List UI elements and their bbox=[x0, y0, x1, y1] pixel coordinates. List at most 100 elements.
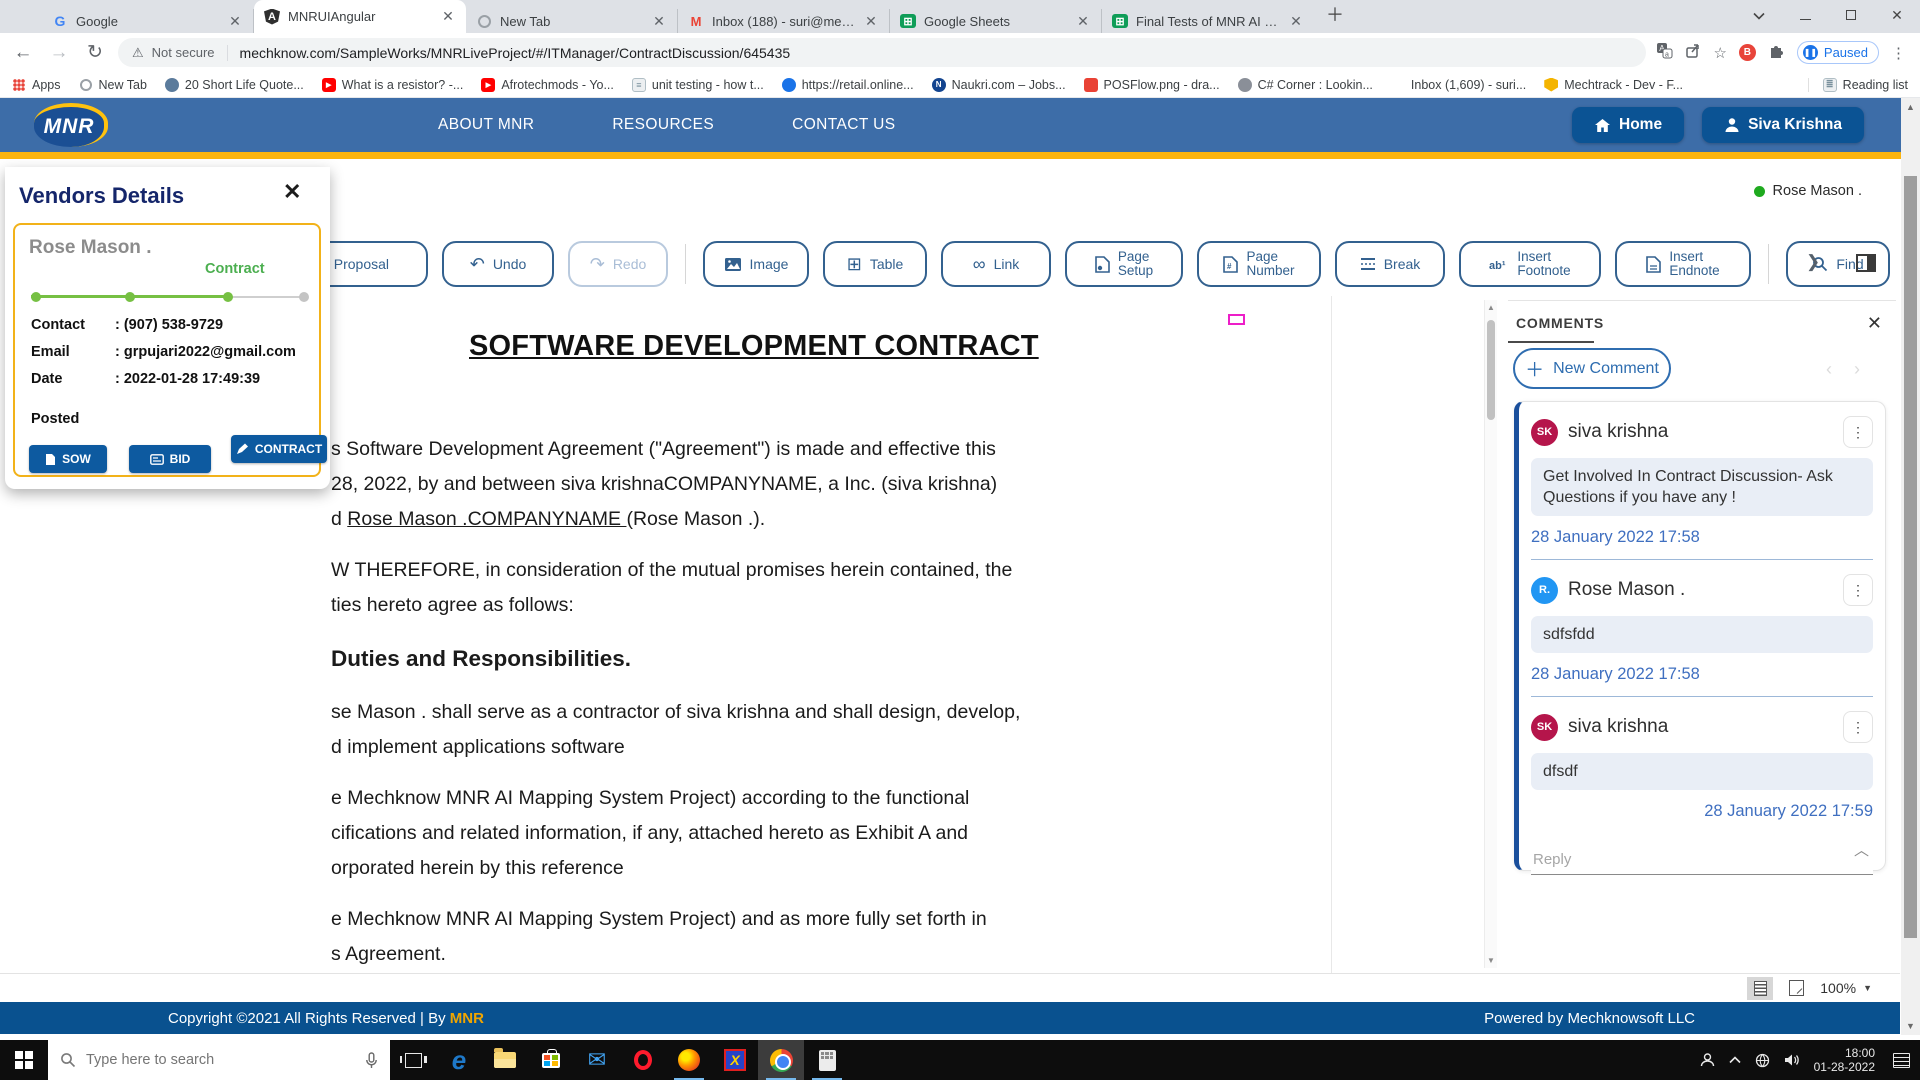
window-menu-chevron-icon[interactable] bbox=[1736, 7, 1782, 23]
photo-app-icon[interactable]: X bbox=[712, 1040, 758, 1080]
taskbar-clock[interactable]: 18:00 01-28-2022 bbox=[1814, 1046, 1875, 1074]
bookmark-posflow[interactable]: POSFlow.png - dra... bbox=[1084, 78, 1220, 92]
comment-menu-kebab-icon[interactable]: ⋮ bbox=[1843, 574, 1873, 606]
print-layout-icon[interactable] bbox=[1747, 977, 1773, 1000]
toolbar-overflow-chevron-icon[interactable]: ❯ bbox=[1806, 252, 1820, 272]
bookmark-resistor-video[interactable]: ▶What is a resistor? -... bbox=[322, 78, 464, 92]
properties-pane-toggle-icon[interactable] bbox=[1856, 254, 1876, 272]
opera-icon[interactable] bbox=[620, 1040, 666, 1080]
tab-google-sheets[interactable]: ⊞ Google Sheets ✕ bbox=[890, 9, 1102, 33]
action-center-icon[interactable] bbox=[1893, 1053, 1910, 1068]
footer-brand-link[interactable]: MNR bbox=[450, 1010, 484, 1027]
mail-icon[interactable]: ✉ bbox=[574, 1040, 620, 1080]
url-omnibox[interactable]: ⚠ Not secure mechknow.com/SampleWorks/MN… bbox=[118, 38, 1646, 67]
editor-scrollbar[interactable]: ▲ ▼ bbox=[1484, 300, 1497, 968]
bookmark-afrotechmods[interactable]: ▶Afrotechmods - Yo... bbox=[481, 78, 614, 92]
image-button[interactable]: Image bbox=[703, 241, 809, 287]
bookmark-mechtrack[interactable]: Mechtrack - Dev - F... bbox=[1544, 78, 1683, 92]
page-setup-button[interactable]: PageSetup bbox=[1065, 241, 1183, 287]
network-icon[interactable] bbox=[1755, 1053, 1770, 1068]
bid-button[interactable]: BID bbox=[129, 445, 211, 473]
translate-icon[interactable]: Aa bbox=[1656, 42, 1673, 63]
firefox-icon[interactable] bbox=[666, 1040, 712, 1080]
tab-mnruiangular[interactable]: A MNRUIAngular ✕ bbox=[254, 0, 466, 33]
bookmark-csharp-corner[interactable]: C# Corner : Lookin... bbox=[1238, 78, 1373, 92]
bookmark-quotes[interactable]: 20 Short Life Quote... bbox=[165, 78, 304, 92]
nav-resources[interactable]: RESOURCES bbox=[612, 116, 714, 134]
nav-about-mnr[interactable]: ABOUT MNR bbox=[438, 116, 534, 134]
editor-scroll-thumb[interactable] bbox=[1487, 320, 1495, 420]
new-tab-button[interactable]: ＋ bbox=[1326, 1, 1344, 27]
browser-menu-kebab-icon[interactable]: ⋮ bbox=[1891, 44, 1906, 62]
bookmark-naukri[interactable]: NNaukri.com – Jobs... bbox=[932, 78, 1066, 92]
start-button[interactable] bbox=[0, 1040, 48, 1080]
nav-contact-us[interactable]: CONTACT US bbox=[792, 116, 895, 134]
tab-close-icon[interactable]: ✕ bbox=[863, 13, 879, 30]
back-icon[interactable]: ← bbox=[10, 42, 36, 64]
home-button[interactable]: Home bbox=[1572, 107, 1684, 143]
file-explorer-icon[interactable] bbox=[482, 1040, 528, 1080]
task-view-button[interactable] bbox=[390, 1040, 436, 1080]
zoom-control[interactable]: 100% ▼ bbox=[1820, 980, 1872, 996]
comment-anchor-marker[interactable] bbox=[1228, 314, 1245, 325]
bookmark-retail-online[interactable]: https://retail.online... bbox=[782, 78, 914, 92]
browser-scroll-thumb[interactable] bbox=[1904, 176, 1917, 938]
link-button[interactable]: ∞Link bbox=[941, 241, 1051, 287]
popup-close-icon[interactable]: ✕ bbox=[283, 179, 301, 205]
edge-icon[interactable]: e bbox=[436, 1040, 482, 1080]
comment-menu-kebab-icon[interactable]: ⋮ bbox=[1843, 416, 1873, 448]
insert-endnote-button[interactable]: InsertEndnote bbox=[1615, 241, 1751, 287]
new-comment-button[interactable]: ＋ New Comment bbox=[1513, 348, 1671, 389]
comment-menu-kebab-icon[interactable]: ⋮ bbox=[1843, 711, 1873, 743]
bookmark-inbox[interactable]: MInbox (1,609) - suri... bbox=[1391, 78, 1526, 92]
tab-google[interactable]: G Google ✕ bbox=[42, 9, 254, 33]
adblock-extension-icon[interactable]: B bbox=[1739, 44, 1756, 61]
break-button[interactable]: Break bbox=[1335, 241, 1445, 287]
microsoft-store-icon[interactable] bbox=[528, 1040, 574, 1080]
mnr-logo[interactable]: MNR bbox=[34, 103, 108, 147]
chrome-icon[interactable] bbox=[758, 1040, 804, 1080]
tab-close-icon[interactable]: ✕ bbox=[227, 13, 243, 30]
web-layout-icon[interactable] bbox=[1789, 980, 1804, 996]
window-restore-button[interactable] bbox=[1828, 7, 1874, 23]
contract-button[interactable]: CONTRACT bbox=[231, 435, 327, 463]
extension-paused-badge[interactable]: ❚❚ Paused bbox=[1797, 41, 1879, 64]
refresh-icon[interactable]: ↻ bbox=[82, 41, 108, 64]
page-number-button[interactable]: # PageNumber bbox=[1197, 241, 1321, 287]
undo-button[interactable]: ↶Undo bbox=[442, 241, 554, 287]
user-button[interactable]: Siva Krishna bbox=[1702, 107, 1864, 143]
bookmark-star-icon[interactable]: ☆ bbox=[1713, 44, 1726, 62]
document-body[interactable]: s Software Development Agreement ("Agree… bbox=[331, 432, 1231, 988]
people-icon[interactable] bbox=[1700, 1053, 1715, 1067]
taskbar-search-box[interactable] bbox=[48, 1040, 390, 1080]
window-close-button[interactable]: ✕ bbox=[1874, 7, 1920, 24]
window-minimize-button[interactable] bbox=[1782, 7, 1828, 23]
scroll-down-icon[interactable]: ▼ bbox=[1906, 1021, 1915, 1031]
reply-input[interactable] bbox=[1531, 845, 1873, 875]
redo-button[interactable]: ↷Redo bbox=[568, 241, 668, 287]
tab-close-icon[interactable]: ✕ bbox=[1288, 13, 1304, 30]
bookmark-unit-testing[interactable]: ≡unit testing - how t... bbox=[632, 78, 764, 92]
insert-footnote-button[interactable]: ab¹ InsertFootnote bbox=[1459, 241, 1601, 287]
calculator-icon[interactable] bbox=[804, 1040, 850, 1080]
scroll-down-icon[interactable]: ▼ bbox=[1487, 956, 1495, 965]
bookmark-apps[interactable]: Apps bbox=[12, 78, 61, 92]
reading-list-button[interactable]: ≣Reading list bbox=[1808, 78, 1908, 92]
sow-button[interactable]: SOW bbox=[29, 445, 107, 473]
extensions-puzzle-icon[interactable] bbox=[1768, 42, 1785, 63]
collapse-chevron-icon[interactable]: ︿ bbox=[1854, 839, 1869, 860]
search-input[interactable] bbox=[86, 1052, 326, 1068]
tab-close-icon[interactable]: ✕ bbox=[651, 13, 667, 30]
browser-scrollbar[interactable]: ▲ ▼ bbox=[1901, 98, 1920, 1035]
forward-icon[interactable]: → bbox=[46, 42, 72, 64]
tab-close-icon[interactable]: ✕ bbox=[440, 8, 456, 25]
scroll-up-icon[interactable]: ▲ bbox=[1906, 102, 1915, 112]
microphone-icon[interactable] bbox=[365, 1052, 378, 1069]
tab-newtab[interactable]: New Tab ✕ bbox=[466, 9, 678, 33]
tab-final-tests-sheet[interactable]: ⊞ Final Tests of MNR AI Mapping S ✕ bbox=[1102, 9, 1314, 33]
scroll-up-icon[interactable]: ▲ bbox=[1487, 303, 1495, 312]
tab-close-icon[interactable]: ✕ bbox=[1075, 13, 1091, 30]
bookmark-new-tab[interactable]: New Tab bbox=[79, 78, 147, 92]
tray-expand-chevron-icon[interactable] bbox=[1729, 1056, 1741, 1064]
tab-gmail-inbox[interactable]: M Inbox (188) - suri@mechknowsof ✕ bbox=[678, 9, 890, 33]
